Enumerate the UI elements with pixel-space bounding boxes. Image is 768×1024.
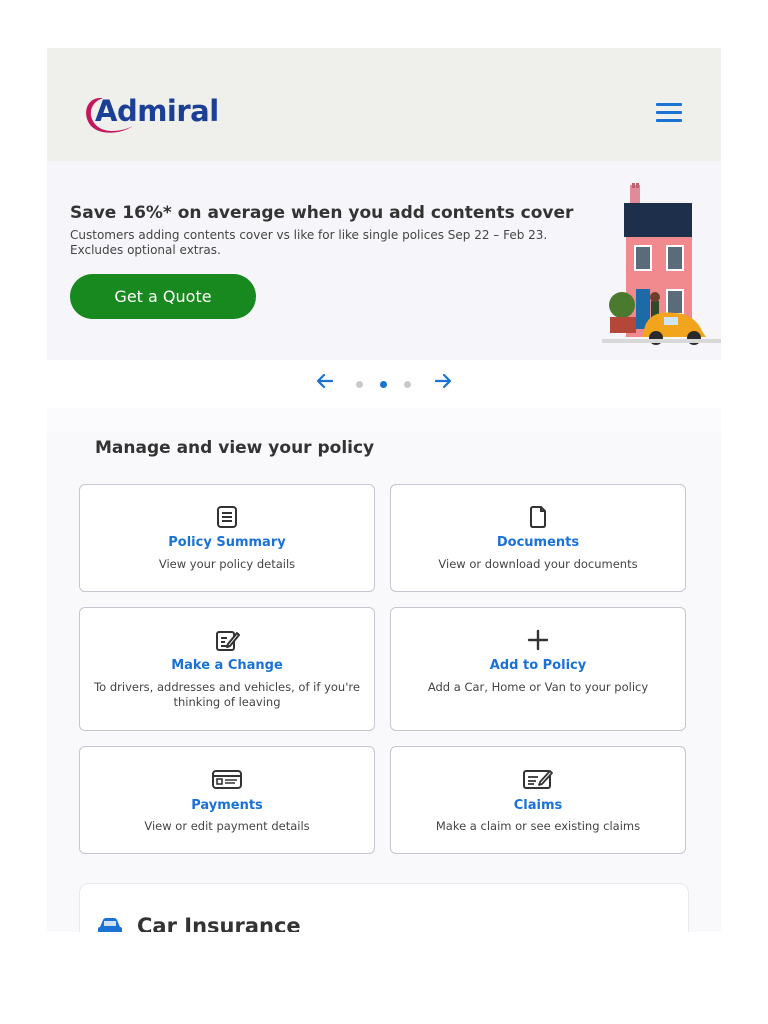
document-list-icon [217,506,237,528]
header: Admiral [47,48,721,161]
card-description: View your policy details [158,557,296,571]
section-title: Manage and view your policy [95,438,375,458]
edit-icon [216,631,240,651]
car-insurance-card[interactable]: Car Insurance [79,883,689,932]
banner-description: Customers adding contents cover vs like … [70,228,548,257]
promo-banner: Save 16%* on average when you add conten… [47,161,721,360]
card-title: Policy Summary [168,535,286,550]
car-icon [98,918,122,932]
card-description: View or download your documents [438,557,638,571]
app-frame: Admiral Save 16%* on average when you ad… [47,48,721,932]
carousel-dot[interactable] [356,381,363,388]
document-icon [530,506,546,528]
arrow-left-icon[interactable] [316,372,334,390]
manage-policy-section: Manage and view your policy Policy Summa… [47,433,721,932]
card-title: Claims [513,798,563,813]
admiral-logo[interactable]: Admiral [81,92,221,140]
card-title: Add to Policy [489,658,587,673]
card-title: Documents [496,535,580,550]
card-description: Add a Car, Home or Van to your policy [427,680,649,694]
arrow-right-icon[interactable] [434,372,452,390]
carousel-controls [47,360,721,408]
documents-card[interactable]: Documents View or download your document… [390,484,686,592]
carousel-dot[interactable] [404,381,411,388]
payments-card[interactable]: Payments View or edit payment details [79,746,375,854]
make-a-change-card[interactable]: Make a Change To drivers, addresses and … [79,607,375,731]
card-title: Make a Change [171,658,283,673]
car-insurance-title: Car Insurance [137,914,301,932]
get-a-quote-button[interactable]: Get a Quote [70,274,256,319]
banner-title: Save 16%* on average when you add conten… [70,203,574,223]
card-description: View or edit payment details [144,819,310,833]
house-and-car-illustration [602,183,721,345]
add-to-policy-card[interactable]: Add to Policy Add a Car, Home or Van to … [390,607,686,731]
plus-icon [527,629,549,651]
hamburger-menu-icon[interactable] [656,103,682,123]
policy-summary-card[interactable]: Policy Summary View your policy details [79,484,375,592]
logo-text: Admiral [95,94,219,128]
carousel-dot-active[interactable] [380,381,387,388]
claims-card[interactable]: Claims Make a claim or see existing clai… [390,746,686,854]
card-title: Payments [191,798,263,813]
card-description: Make a claim or see existing claims [435,819,641,833]
claim-edit-icon [523,770,553,789]
card-icon [212,770,242,789]
card-description: To drivers, addresses and vehicles, of i… [94,680,360,709]
